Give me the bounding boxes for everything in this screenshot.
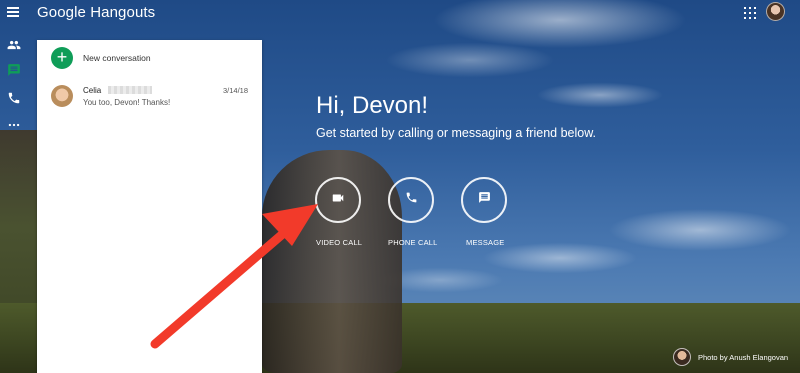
phone-icon[interactable] — [7, 91, 21, 105]
top-bar: Google Hangouts — [0, 0, 800, 26]
apps-grid-icon[interactable] — [744, 7, 756, 19]
contact-name: Celia — [83, 86, 102, 95]
conversation-preview: You too, Devon! Thanks! — [83, 98, 171, 107]
message-icon — [478, 191, 491, 209]
videocam-icon — [331, 191, 345, 210]
chat-icon[interactable] — [7, 63, 21, 77]
plus-icon: + — [51, 47, 73, 69]
new-conversation-label: New conversation — [83, 53, 151, 63]
avatar — [51, 85, 73, 107]
video-call-label: VIDEO CALL — [316, 238, 363, 247]
greeting-subtitle: Get started by calling or messaging a fr… — [316, 126, 597, 140]
account-avatar[interactable] — [766, 2, 785, 21]
photographer-avatar — [673, 348, 691, 366]
conversation-panel: + New conversation Celia 3/14/18 You too… — [37, 40, 262, 373]
list-item[interactable]: Celia 3/14/18 You too, Devon! Thanks! — [37, 82, 262, 116]
more-horiz-icon[interactable] — [7, 118, 21, 132]
greeting-heading: Hi, Devon! — [316, 92, 429, 119]
conversation-date: 3/14/18 — [222, 86, 248, 95]
photo-credit: Photo by Anush Elangovan — [698, 353, 789, 362]
message-button[interactable] — [461, 177, 507, 223]
video-call-button[interactable] — [315, 177, 361, 223]
phone-call-label: PHONE CALL — [388, 238, 438, 247]
redacted-surname — [108, 86, 152, 94]
phone-call-button[interactable] — [388, 177, 434, 223]
people-icon[interactable] — [7, 38, 21, 52]
app-title: Google Hangouts — [37, 4, 156, 21]
phone-icon — [405, 191, 418, 209]
message-label: MESSAGE — [466, 238, 505, 247]
hamburger-menu-icon[interactable] — [7, 7, 19, 17]
new-conversation-button[interactable]: + New conversation — [37, 40, 262, 78]
